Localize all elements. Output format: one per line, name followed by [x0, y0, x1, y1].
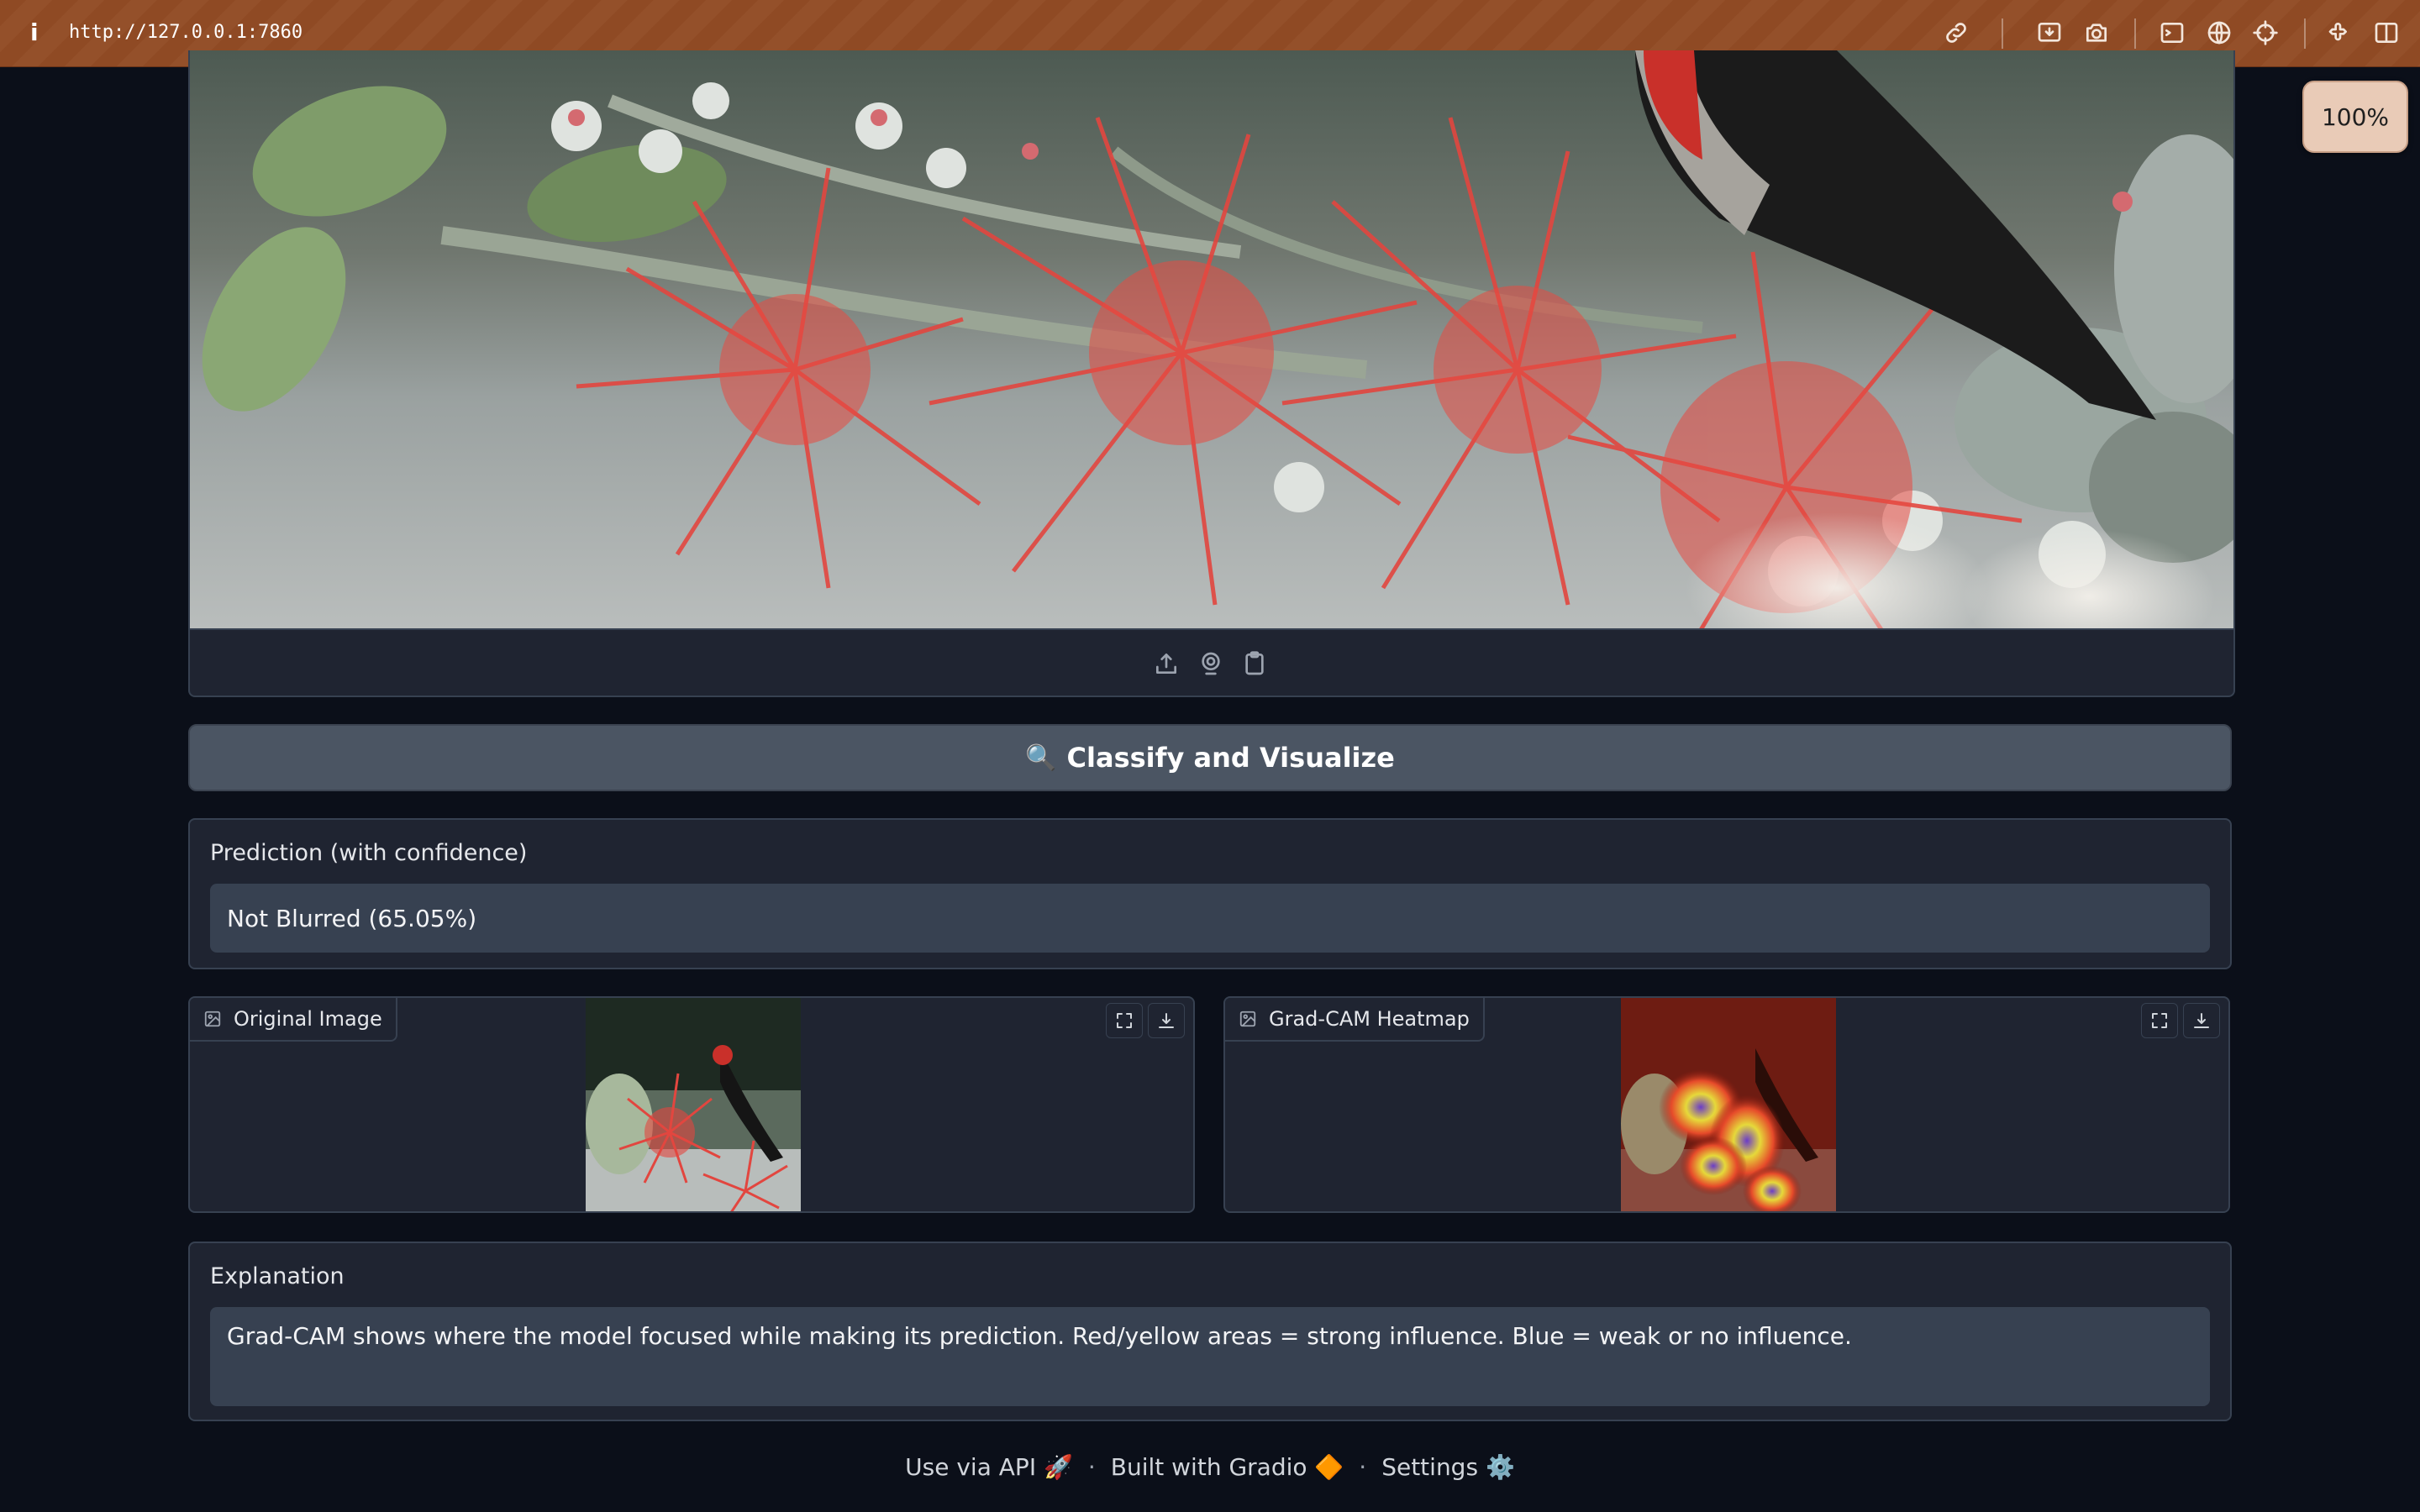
terminal-icon[interactable] — [2158, 18, 2186, 47]
prediction-label: Prediction (with confidence) — [210, 840, 528, 866]
original-image-label: Original Image — [190, 998, 397, 1042]
heatmap-label-text: Grad-CAM Heatmap — [1269, 1007, 1470, 1031]
rocket-icon: 🚀 — [1043, 1452, 1073, 1481]
download-screenshot-icon[interactable] — [2035, 18, 2064, 47]
original-image-output: Original Image — [188, 996, 1195, 1213]
input-image-panel[interactable] — [188, 50, 2235, 697]
heatmap-output: Grad-CAM Heatmap — [1223, 996, 2230, 1213]
original-image-actions — [1106, 1003, 1185, 1038]
settings-link[interactable]: Settings ⚙️ — [1381, 1453, 1515, 1481]
settings-label: Settings — [1381, 1452, 1479, 1481]
heatmap-actions — [2141, 1003, 2220, 1038]
link-icon[interactable] — [1942, 18, 1970, 47]
download-icon[interactable] — [1148, 1003, 1185, 1038]
classify-button[interactable]: 🔍 Classify and Visualize — [188, 724, 2232, 791]
upload-icon[interactable] — [1151, 648, 1181, 679]
gear-icon: ⚙️ — [1485, 1452, 1515, 1481]
original-image-label-text: Original Image — [234, 1007, 382, 1031]
magnifier-icon: 🔍 — [1025, 743, 1057, 773]
image-source-toolbar — [190, 628, 2233, 696]
toolbar-divider — [2002, 18, 2003, 49]
explanation-textbox[interactable]: Grad-CAM shows where the model focused w… — [210, 1307, 2210, 1406]
fullscreen-icon[interactable] — [1106, 1003, 1143, 1038]
clipboard-icon[interactable] — [1239, 648, 1270, 679]
classify-button-label: Classify and Visualize — [1066, 742, 1395, 774]
info-icon[interactable]: i — [30, 18, 39, 46]
zoom-level-badge[interactable]: 100% — [2302, 81, 2408, 153]
prediction-block: Prediction (with confidence) Not Blurred… — [188, 818, 2232, 969]
gradio-logo-icon: 🔶 — [1314, 1452, 1344, 1481]
footer-separator: · — [1087, 1452, 1096, 1481]
image-icon — [1239, 1011, 1256, 1027]
input-photo — [190, 50, 2233, 628]
footer-separator: · — [1359, 1452, 1367, 1481]
camera-icon[interactable] — [2082, 18, 2111, 47]
built-with-gradio-link[interactable]: Built with Gradio 🔶 — [1111, 1453, 1344, 1481]
use-via-api-label: Use via API — [905, 1452, 1037, 1481]
extensions-icon[interactable] — [2326, 18, 2354, 47]
fullscreen-icon[interactable] — [2141, 1003, 2178, 1038]
explanation-block: Explanation Grad-CAM shows where the mod… — [188, 1242, 2232, 1421]
globe-icon[interactable] — [2205, 18, 2233, 47]
heatmap-label: Grad-CAM Heatmap — [1225, 998, 1485, 1042]
address-bar[interactable]: http://127.0.0.1:7860 — [69, 22, 302, 43]
split-view-icon[interactable] — [2372, 18, 2401, 47]
footer: Use via API 🚀 · Built with Gradio 🔶 · Se… — [0, 1450, 2420, 1483]
toolbar-divider — [2134, 18, 2136, 49]
crosshair-icon[interactable] — [2251, 18, 2280, 47]
prediction-textbox[interactable]: Not Blurred (65.05%) — [210, 884, 2210, 953]
toolbar-divider — [2304, 18, 2306, 49]
image-icon — [204, 1011, 221, 1027]
webcam-icon[interactable] — [1196, 648, 1226, 679]
heatmap-thumbnail — [1621, 998, 1836, 1211]
download-icon[interactable] — [2183, 1003, 2220, 1038]
built-with-gradio-label: Built with Gradio — [1110, 1452, 1307, 1481]
explanation-label: Explanation — [210, 1263, 345, 1289]
use-via-api-link[interactable]: Use via API 🚀 — [905, 1453, 1073, 1481]
original-image-thumbnail — [586, 998, 801, 1211]
